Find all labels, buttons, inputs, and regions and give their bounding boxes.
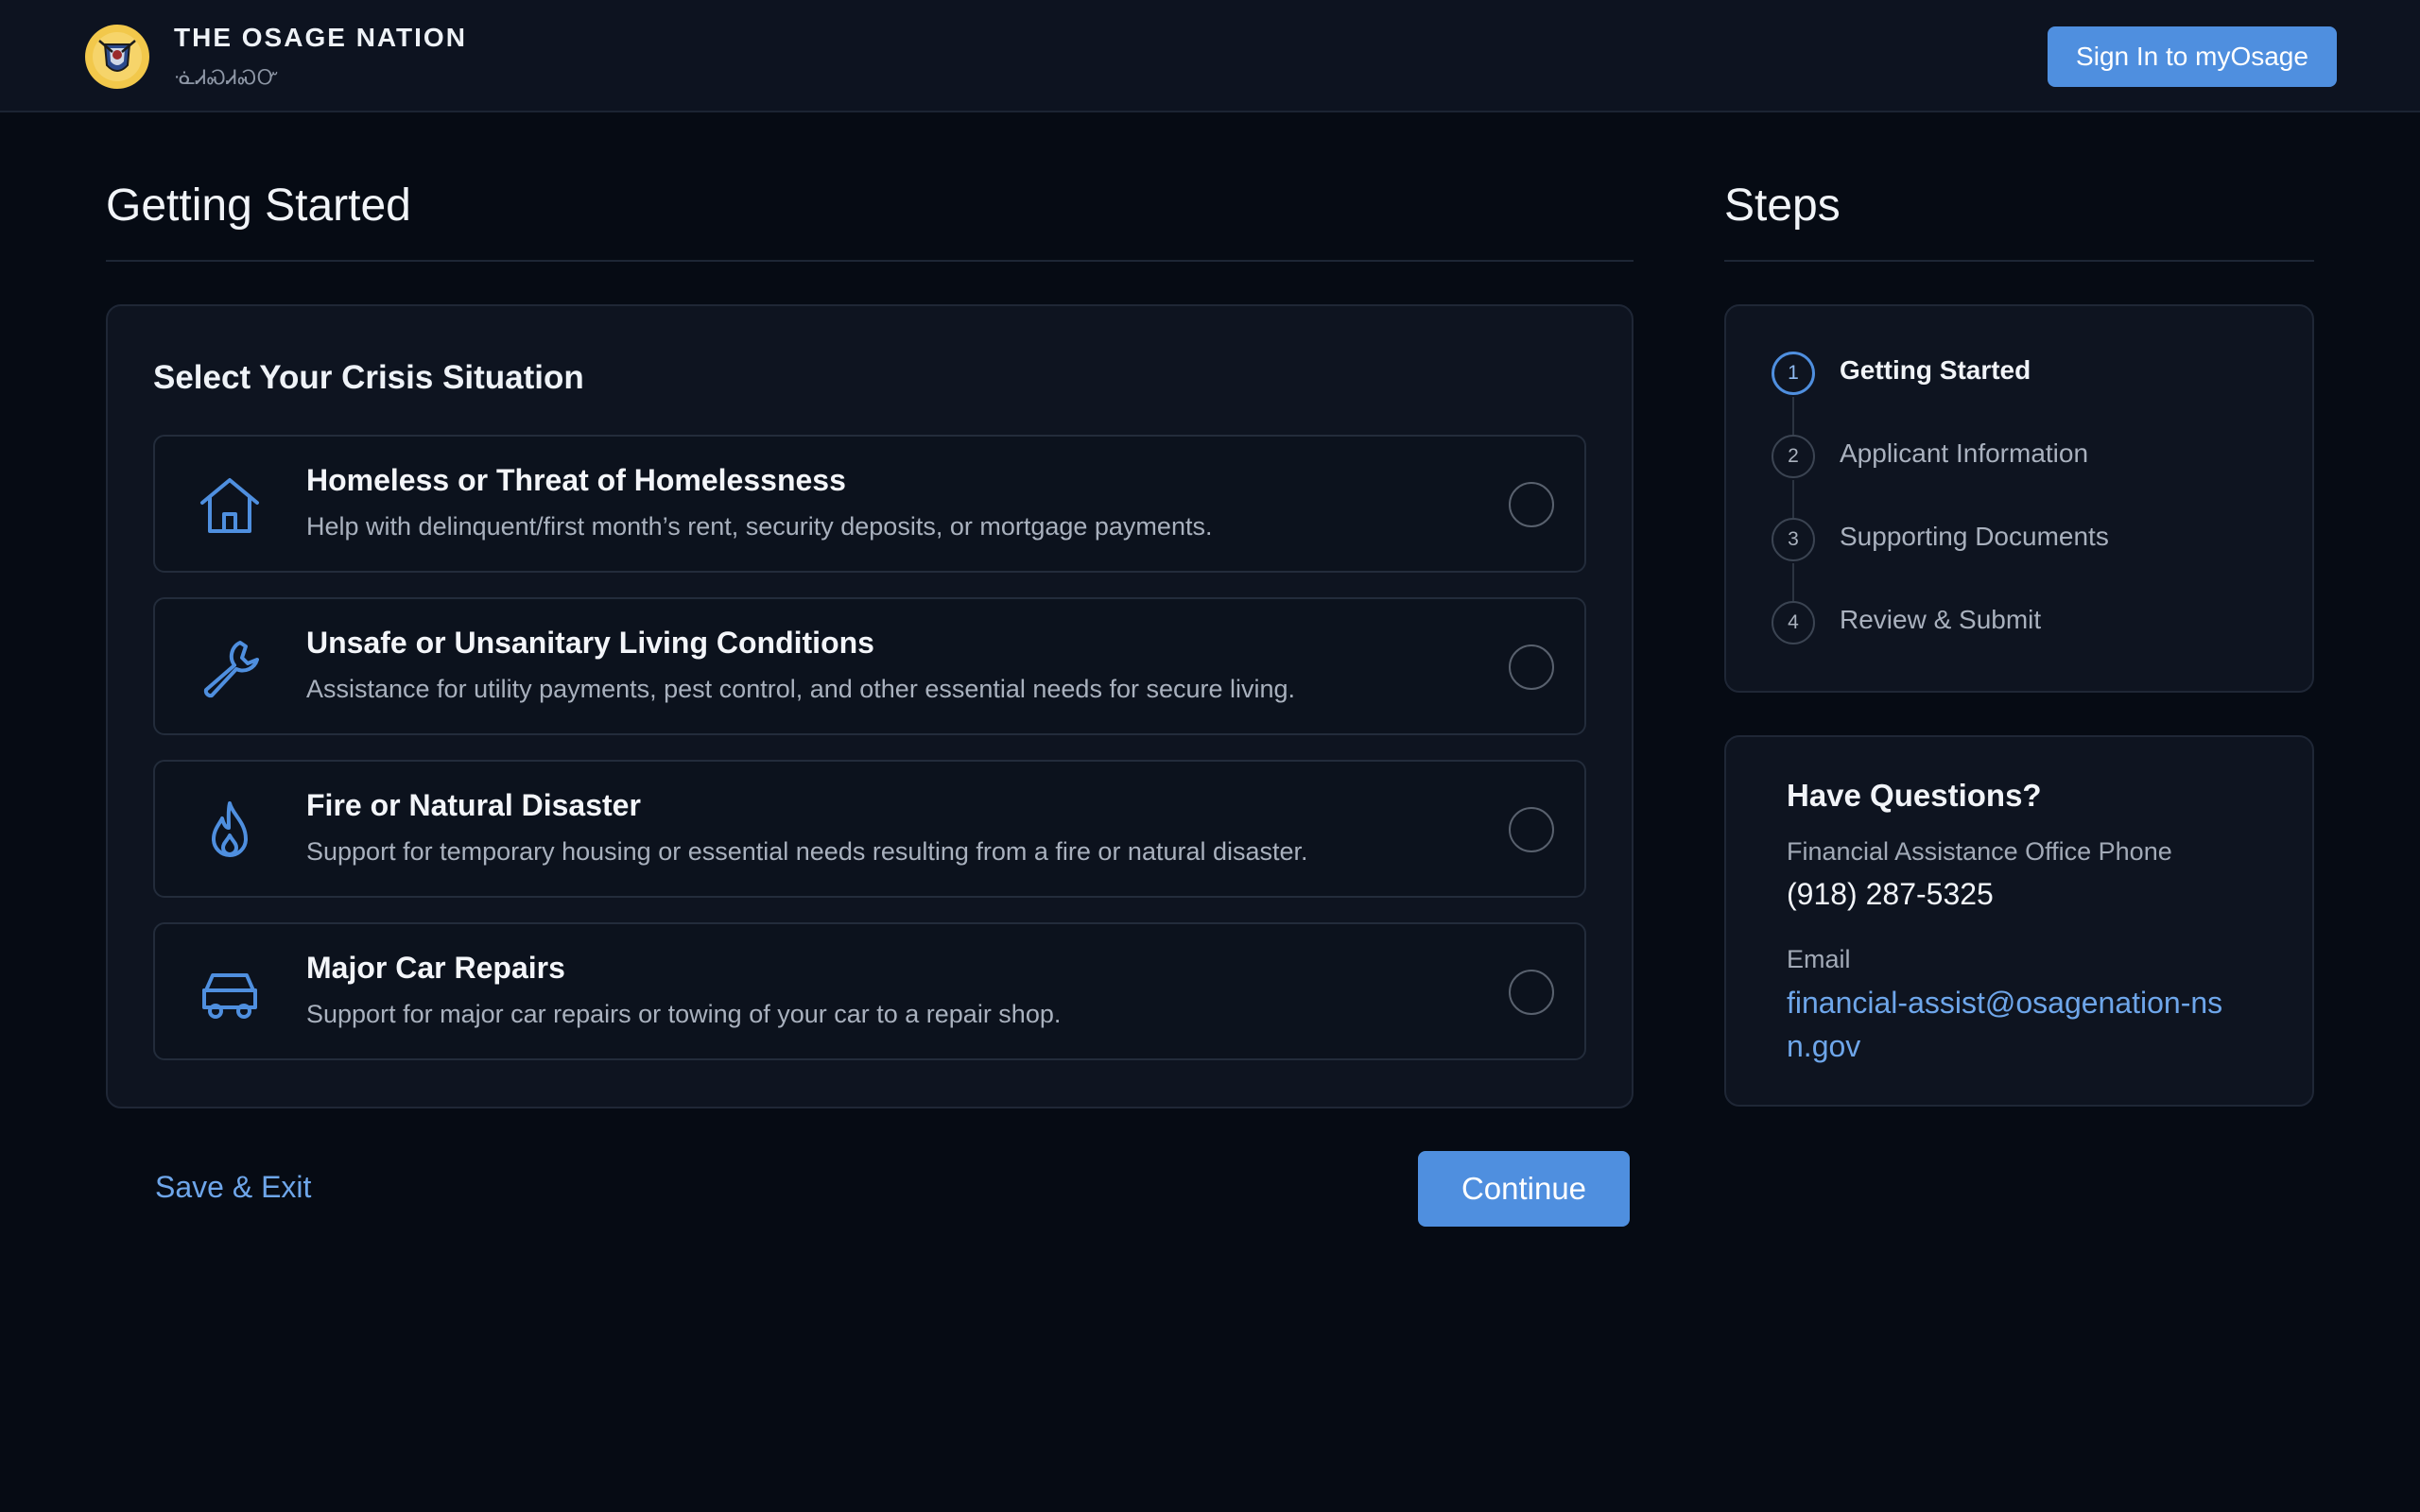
option-title: Fire or Natural Disaster (306, 788, 641, 822)
option-fire-disaster[interactable]: Fire or Natural Disaster Support for tem… (153, 760, 1586, 898)
option-title: Unsafe or Unsanitary Living Conditions (306, 626, 874, 660)
step-4-indicator: 4 (1772, 601, 1815, 644)
option-unsafe-living[interactable]: Unsafe or Unsanitary Living Conditions A… (153, 597, 1586, 735)
step-connector (1792, 480, 1794, 518)
house-icon (200, 478, 259, 533)
step-1-label: Getting Started (1840, 355, 2031, 385)
phone-label: Financial Assistance Office Phone (1787, 837, 2172, 866)
step-3-indicator: 3 (1772, 518, 1815, 561)
option-homeless[interactable]: Homeless or Threat of Homelessness Help … (153, 435, 1586, 573)
sign-in-button[interactable]: Sign In to myOsage (2048, 26, 2337, 87)
brand-subtitle-osage-script: ᓍᏗᏍᏗᏍᏅ (174, 67, 280, 89)
steps-divider (1724, 260, 2314, 262)
step-2-indicator: 2 (1772, 435, 1815, 478)
car-icon (202, 973, 257, 1019)
option-description: Support for temporary housing or essenti… (306, 837, 1308, 866)
email-label: Email (1787, 945, 1851, 973)
continue-button[interactable]: Continue (1418, 1151, 1630, 1227)
step-2-label: Applicant Information (1840, 438, 2089, 468)
step-4-label: Review & Submit (1840, 605, 2042, 634)
flame-icon (212, 801, 248, 857)
step-3-label: Supporting Documents (1840, 522, 2109, 551)
questions-title: Have Questions? (1787, 778, 2042, 813)
wrench-icon (203, 641, 259, 698)
option-radio[interactable] (1509, 644, 1554, 690)
email-link[interactable]: financial-assist@osagenation-nsn.gov (1787, 981, 2240, 1068)
osage-nation-seal-logo[interactable] (84, 24, 150, 90)
step-connector (1792, 397, 1794, 435)
brand-title: THE OSAGE NATION (174, 23, 467, 52)
option-description: Help with delinquent/first month’s rent,… (306, 512, 1213, 541)
option-radio[interactable] (1509, 482, 1554, 527)
top-header: THE OSAGE NATION ᓍᏗᏍᏗᏍᏅ Sign In to myOsa… (0, 0, 2420, 112)
title-divider (106, 260, 1634, 262)
option-radio[interactable] (1509, 970, 1554, 1015)
steps-title: Steps (1724, 180, 1841, 231)
phone-number[interactable]: (918) 287-5325 (1787, 877, 1994, 912)
panel-heading: Select Your Crisis Situation (153, 359, 584, 396)
step-connector (1792, 563, 1794, 601)
option-car-repairs[interactable]: Major Car Repairs Support for major car … (153, 922, 1586, 1060)
option-title: Major Car Repairs (306, 951, 565, 985)
option-title: Homeless or Threat of Homelessness (306, 463, 846, 497)
option-description: Assistance for utility payments, pest co… (306, 675, 1296, 703)
step-1-indicator: 1 (1772, 352, 1815, 395)
save-and-exit-link[interactable]: Save & Exit (155, 1170, 311, 1205)
option-radio[interactable] (1509, 807, 1554, 852)
page-title: Getting Started (106, 180, 411, 231)
option-description: Support for major car repairs or towing … (306, 1000, 1062, 1028)
